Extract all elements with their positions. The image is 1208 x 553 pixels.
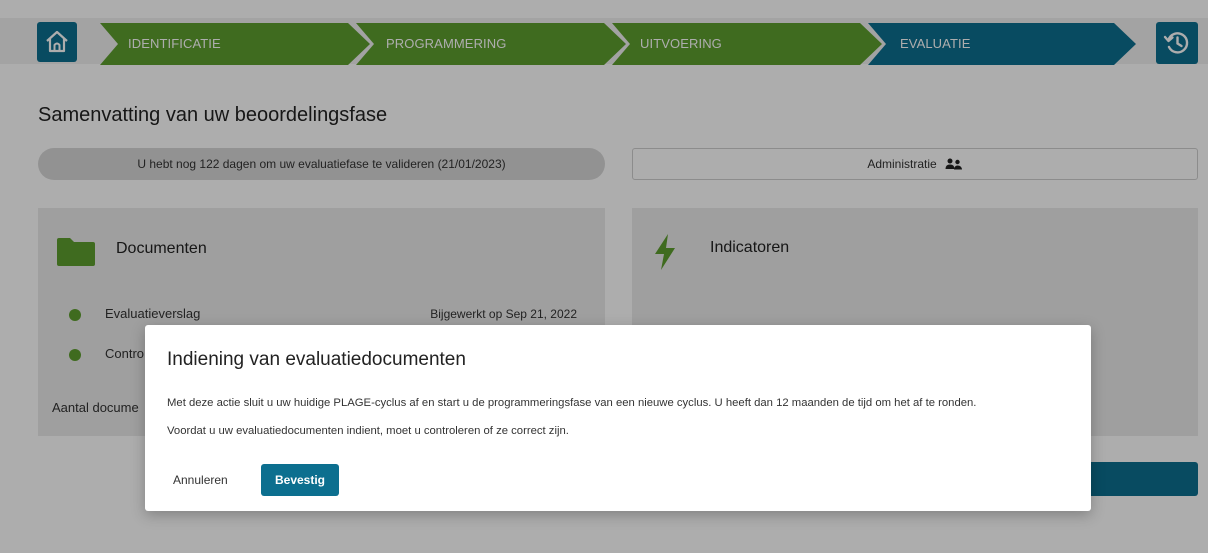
dialog-message: Met deze actie sluit u uw huidige PLAGE-… [167,397,977,409]
submit-evaluation-dialog: Indiening van evaluatiedocumenten Met de… [145,325,1091,511]
dialog-title: Indiening van evaluatiedocumenten [167,349,466,370]
confirm-button[interactable]: Bevestig [261,464,339,496]
cancel-button[interactable]: Annuleren [173,464,228,496]
dialog-warning: Voordat u uw evaluatiedocumenten indient… [167,425,569,437]
